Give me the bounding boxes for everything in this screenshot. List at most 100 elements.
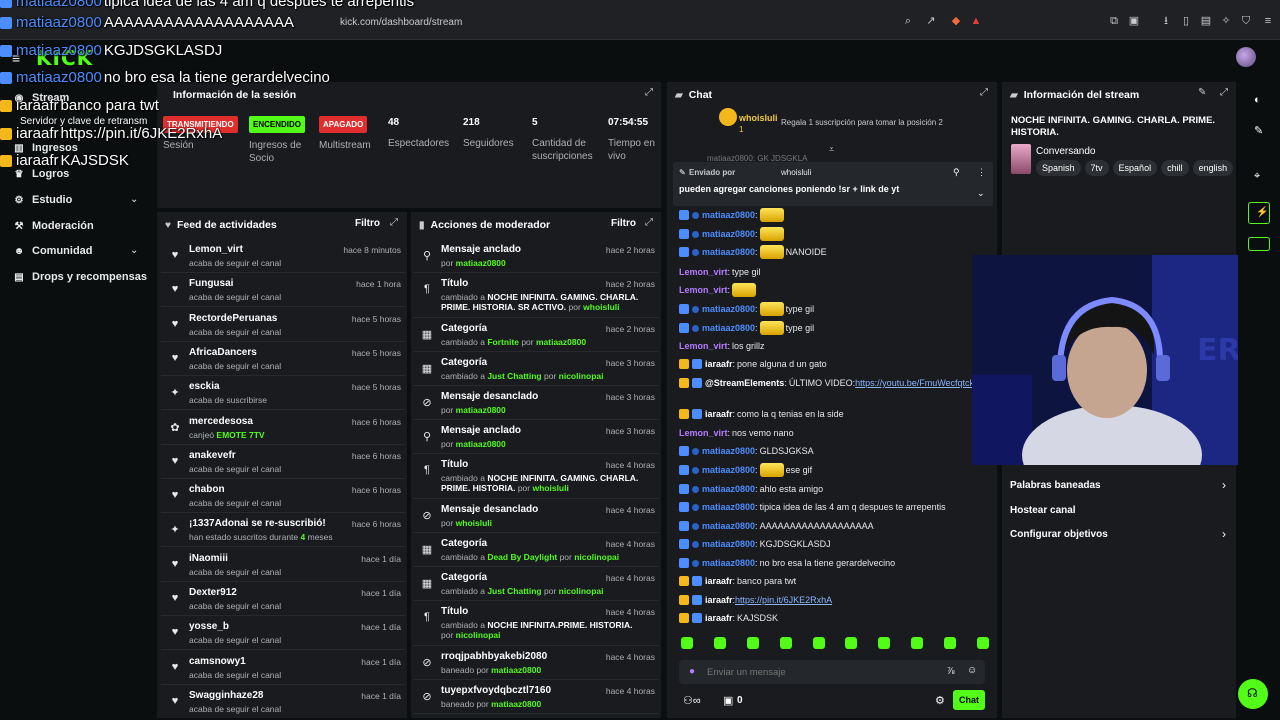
chevron-down-icon[interactable]: ⌄ bbox=[130, 245, 138, 256]
mod-row[interactable]: ⊘ Mensaje desanclado por matiaaz0800 hace 3… bbox=[413, 386, 659, 420]
chat-message[interactable]: matiaaz0800: KGJDSGKLASDJ bbox=[679, 537, 831, 551]
chat-message[interactable]: matiaaz0800: type gil bbox=[679, 302, 814, 316]
banned-words-link[interactable]: Palabras baneadas bbox=[1010, 480, 1101, 491]
eye-icon[interactable]: ◐ bbox=[1254, 94, 1261, 106]
goals-link[interactable]: Configurar objetivos bbox=[1010, 529, 1108, 540]
pencil-icon[interactable]: ✎ bbox=[1254, 124, 1263, 137]
stream-tag[interactable]: Español bbox=[1112, 160, 1158, 176]
emote-icon[interactable] bbox=[878, 637, 891, 649]
chat-message[interactable]: matiaaz0800: ahlo esta amigo bbox=[679, 482, 823, 496]
chat-message[interactable]: iaraafr: pone alguna d un gato bbox=[679, 357, 827, 371]
emote-icon[interactable] bbox=[845, 637, 858, 649]
url-text[interactable]: kick.com/dashboard/stream bbox=[340, 17, 462, 28]
mod-row[interactable]: ¶ Título cambiado a NOCHE INFINITA.PRIME. … bbox=[413, 601, 659, 646]
chat-message[interactable]: Lemon_virt: los grillz bbox=[679, 339, 765, 353]
emote-icon[interactable] bbox=[944, 637, 956, 649]
download-icon[interactable]: ⭳ bbox=[1160, 15, 1172, 27]
mod-row[interactable]: ▦ Categoría cambiado a Just Chatting por n… bbox=[413, 352, 659, 386]
wallet-icon[interactable]: ▤ bbox=[1200, 15, 1212, 27]
settings-icon[interactable]: ⚙ bbox=[935, 694, 945, 707]
emote-icon[interactable] bbox=[681, 637, 693, 649]
more-icon[interactable]: ⋮ bbox=[977, 167, 986, 178]
pinned-message[interactable]: ✎ Enviado por whoisluli pueden agregar c… bbox=[673, 162, 993, 206]
mod-row[interactable]: ¶ Título cambiado a NOCHE INFINITA. GAMING… bbox=[413, 273, 659, 318]
chat-message[interactable]: Lemon_virt: bbox=[679, 283, 757, 297]
stream-tag[interactable]: chill bbox=[1161, 160, 1189, 176]
feed-row[interactable]: ♥ anakevefr acaba de seguir el canal hace 6… bbox=[161, 445, 405, 479]
sidebar-item-drops[interactable]: ▤ Drops y recompensas bbox=[12, 271, 147, 283]
mod-row[interactable]: ▦ Categoría cambiado a Fortnite por matiaa… bbox=[413, 318, 659, 352]
sidebar-item-moderacion[interactable]: ⚒ Moderación bbox=[12, 220, 94, 232]
popout-icon[interactable]: ⤢ bbox=[645, 87, 653, 98]
mod-row[interactable]: ⊘ Mensaje desanclado por whoisluli hace 4 h… bbox=[413, 499, 659, 533]
target-icon[interactable]: ⌖ bbox=[1254, 170, 1260, 183]
mod-row[interactable]: ⊘ rroqjpabhbyakebi2080 baneado por matiaaz… bbox=[413, 646, 659, 680]
stream-tag[interactable]: Spanish bbox=[1036, 160, 1081, 176]
emote-icon[interactable] bbox=[713, 637, 726, 649]
feed-row[interactable]: ♥ chabon acaba de seguir el canal hace 6 ho… bbox=[161, 479, 405, 514]
chat-message[interactable]: matiaaz0800: GLDSJGKSA bbox=[679, 444, 814, 458]
popout-icon[interactable]: ⤢ bbox=[1220, 87, 1228, 98]
chat-message[interactable]: iaraafr: KAJSDSK bbox=[679, 611, 778, 625]
emote-icon[interactable] bbox=[911, 637, 924, 649]
feed-row[interactable]: ♥ Fungusai acaba de seguir el canal hace 1 … bbox=[161, 273, 405, 308]
feed-row[interactable]: ♥ AfricaDancers acaba de seguir el canal ha… bbox=[161, 342, 405, 376]
media-icon[interactable]: ▣ bbox=[1128, 15, 1140, 27]
feed-row[interactable]: ♥ camsnowy1 acaba de seguir el canal hace 1… bbox=[161, 651, 405, 685]
popout-icon[interactable]: ⤢ bbox=[645, 217, 653, 228]
popout-icon[interactable]: ⤢ bbox=[390, 217, 398, 228]
chat-message[interactable]: matiaaz0800: type gil bbox=[679, 321, 814, 335]
emoji-icon[interactable]: ☺ bbox=[967, 665, 977, 676]
host-channel-link[interactable]: Hostear canal bbox=[1010, 505, 1076, 516]
extensions-icon[interactable]: ⧉ bbox=[1108, 15, 1120, 27]
scroll-down-icon[interactable]: ⩡ bbox=[829, 144, 834, 155]
chat-message[interactable]: matiaaz0800: NANOIDE bbox=[679, 245, 827, 259]
boost-button[interactable]: ⚡ bbox=[1248, 202, 1270, 224]
users-icon[interactable]: ⚇∞ bbox=[683, 694, 701, 707]
chat-send-button[interactable]: Chat bbox=[953, 690, 985, 710]
zoom-icon[interactable]: ⌕ bbox=[902, 15, 914, 27]
stream-tag[interactable]: 7tv bbox=[1084, 160, 1109, 176]
avatar[interactable] bbox=[1236, 47, 1256, 67]
sidebar-item-logros[interactable]: ♛ Logros bbox=[12, 168, 70, 180]
chevron-right-icon[interactable]: › bbox=[1222, 478, 1226, 492]
chevron-right-icon[interactable]: › bbox=[1222, 527, 1226, 541]
filter-button[interactable]: Filtro bbox=[611, 218, 636, 229]
pin-toggle-icon[interactable]: ⚲ bbox=[953, 167, 960, 178]
category-name[interactable]: Conversando bbox=[1036, 146, 1095, 157]
mod-row[interactable]: ▦ Categoría cambiado a Just Chatting por n… bbox=[413, 567, 659, 601]
chat-message[interactable]: iaraafr: banco para twt bbox=[679, 574, 796, 588]
shield-icon[interactable]: ◆ bbox=[950, 15, 962, 27]
chat-link[interactable]: https://youtu.be/FmuWecfqtck bbox=[855, 378, 974, 388]
sidebar-item-estudio[interactable]: ⚙ Estudio bbox=[12, 194, 73, 206]
edit-icon[interactable]: ✎ bbox=[1198, 87, 1206, 98]
feed-row[interactable]: ✦ esckia acaba de suscribirse hace 5 horas bbox=[161, 376, 405, 411]
ai-icon[interactable]: ✧ bbox=[1220, 15, 1232, 27]
chat-message[interactable]: matiaaz0800: bbox=[679, 208, 784, 222]
chat-message[interactable]: matiaaz0800: ese gif bbox=[679, 463, 812, 477]
chat-message[interactable]: iaraafr: como la q tenias en la side bbox=[679, 407, 844, 421]
chat-message[interactable]: iaraafr: https://pin.it/6JKE2RxhA bbox=[679, 593, 832, 607]
emote-icon[interactable] bbox=[812, 637, 825, 649]
popout-icon[interactable]: ⤢ bbox=[980, 87, 988, 98]
feed-row[interactable]: ♥ RectordePeruanas acaba de seguir el cana… bbox=[161, 308, 405, 342]
alert-icon[interactable]: ▲ bbox=[970, 15, 982, 27]
chat-message[interactable]: @StreamElements: ÚLTIMO VIDEO: https://y… bbox=[679, 376, 974, 390]
feed-row[interactable]: ♥ Dexter912 acaba de seguir el canal hace 1… bbox=[161, 582, 405, 616]
emote-icon[interactable]: ⅞ bbox=[947, 666, 955, 676]
chat-message[interactable]: matiaaz0800: no bro esa la tiene gerarde… bbox=[679, 556, 895, 570]
mod-row[interactable]: ▦ Categoría cambiado a Dead By Daylight po… bbox=[413, 533, 659, 567]
mod-row[interactable]: ⚲ Mensaje anclado por matiaaz0800 hace 2 ho… bbox=[413, 239, 659, 273]
sidebar-icon[interactable]: ▯ bbox=[1180, 15, 1192, 27]
mod-row[interactable]: ⊘ tuyepxfvoydqbcztl7160 baneado por matiaa… bbox=[413, 680, 659, 714]
emote-icon[interactable] bbox=[976, 637, 989, 649]
category-thumbnail[interactable] bbox=[1011, 144, 1031, 174]
chat-message[interactable]: matiaaz0800: bbox=[679, 227, 784, 241]
feed-row[interactable]: ✿ mercedesosa canjeó EMOTE 7TV hace 6 horas bbox=[161, 411, 405, 445]
emote-icon[interactable] bbox=[746, 637, 759, 649]
feed-row[interactable]: ✦ ¡1337Adonai se re-suscribió! han estado … bbox=[161, 513, 405, 548]
mod-row[interactable]: ¶ Título cambiado a NOCHE INFINITA. GAMING… bbox=[413, 454, 659, 499]
chat-input[interactable] bbox=[707, 663, 937, 681]
mic-icon[interactable]: ● bbox=[689, 666, 695, 677]
emote-icon[interactable] bbox=[779, 637, 792, 649]
